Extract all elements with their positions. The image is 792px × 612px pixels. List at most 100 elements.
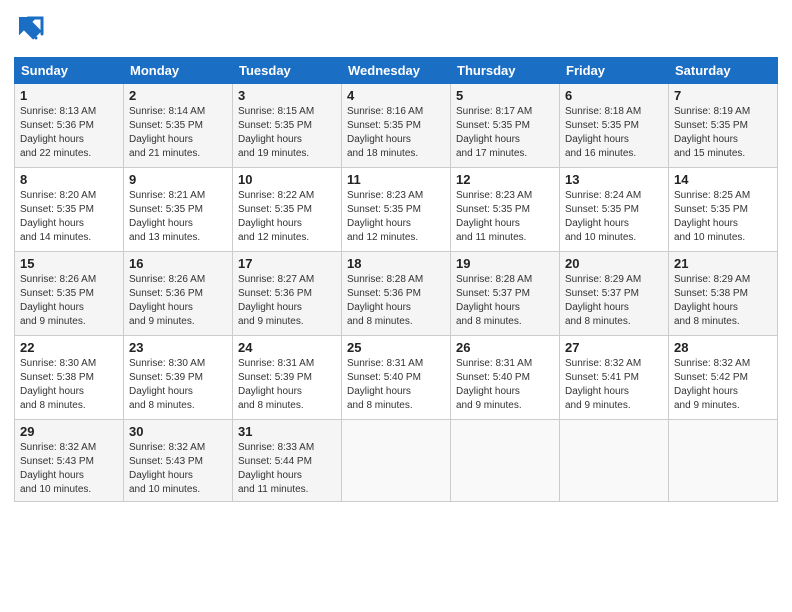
day-info: Sunrise: 8:22 AMSunset: 5:35 PMDaylight … <box>238 190 314 243</box>
calendar-cell: 12 Sunrise: 8:23 AMSunset: 5:35 PMDaylig… <box>451 168 560 252</box>
day-number: 30 <box>129 424 227 439</box>
calendar-cell <box>451 420 560 502</box>
day-info: Sunrise: 8:17 AMSunset: 5:35 PMDaylight … <box>456 106 532 159</box>
day-number: 19 <box>456 256 554 271</box>
calendar-cell: 31 Sunrise: 8:33 AMSunset: 5:44 PMDaylig… <box>233 420 342 502</box>
day-info: Sunrise: 8:30 AMSunset: 5:38 PMDaylight … <box>20 358 96 411</box>
day-number: 18 <box>347 256 445 271</box>
calendar-cell: 6 Sunrise: 8:18 AMSunset: 5:35 PMDayligh… <box>560 84 669 168</box>
header-saturday: Saturday <box>669 58 778 84</box>
header-sunday: Sunday <box>15 58 124 84</box>
day-info: Sunrise: 8:15 AMSunset: 5:35 PMDaylight … <box>238 106 314 159</box>
day-number: 24 <box>238 340 336 355</box>
day-number: 12 <box>456 172 554 187</box>
day-info: Sunrise: 8:33 AMSunset: 5:44 PMDaylight … <box>238 442 314 495</box>
calendar-cell: 13 Sunrise: 8:24 AMSunset: 5:35 PMDaylig… <box>560 168 669 252</box>
calendar-cell: 25 Sunrise: 8:31 AMSunset: 5:40 PMDaylig… <box>342 336 451 420</box>
calendar-cell: 16 Sunrise: 8:26 AMSunset: 5:36 PMDaylig… <box>124 252 233 336</box>
day-number: 14 <box>674 172 772 187</box>
calendar-cell: 22 Sunrise: 8:30 AMSunset: 5:38 PMDaylig… <box>15 336 124 420</box>
day-info: Sunrise: 8:32 AMSunset: 5:43 PMDaylight … <box>129 442 205 495</box>
day-number: 2 <box>129 88 227 103</box>
calendar-cell: 2 Sunrise: 8:14 AMSunset: 5:35 PMDayligh… <box>124 84 233 168</box>
day-number: 17 <box>238 256 336 271</box>
calendar-cell: 27 Sunrise: 8:32 AMSunset: 5:41 PMDaylig… <box>560 336 669 420</box>
day-info: Sunrise: 8:13 AMSunset: 5:36 PMDaylight … <box>20 106 96 159</box>
day-info: Sunrise: 8:16 AMSunset: 5:35 PMDaylight … <box>347 106 423 159</box>
day-number: 13 <box>565 172 663 187</box>
day-number: 23 <box>129 340 227 355</box>
calendar-cell: 21 Sunrise: 8:29 AMSunset: 5:38 PMDaylig… <box>669 252 778 336</box>
day-info: Sunrise: 8:18 AMSunset: 5:35 PMDaylight … <box>565 106 641 159</box>
header-wednesday: Wednesday <box>342 58 451 84</box>
day-info: Sunrise: 8:21 AMSunset: 5:35 PMDaylight … <box>129 190 205 243</box>
day-info: Sunrise: 8:32 AMSunset: 5:41 PMDaylight … <box>565 358 641 411</box>
day-info: Sunrise: 8:28 AMSunset: 5:37 PMDaylight … <box>456 274 532 327</box>
day-number: 20 <box>565 256 663 271</box>
day-number: 3 <box>238 88 336 103</box>
header-thursday: Thursday <box>451 58 560 84</box>
day-info: Sunrise: 8:25 AMSunset: 5:35 PMDaylight … <box>674 190 750 243</box>
day-info: Sunrise: 8:31 AMSunset: 5:40 PMDaylight … <box>347 358 423 411</box>
day-info: Sunrise: 8:29 AMSunset: 5:38 PMDaylight … <box>674 274 750 327</box>
calendar-cell: 23 Sunrise: 8:30 AMSunset: 5:39 PMDaylig… <box>124 336 233 420</box>
day-number: 26 <box>456 340 554 355</box>
day-number: 6 <box>565 88 663 103</box>
calendar-cell: 24 Sunrise: 8:31 AMSunset: 5:39 PMDaylig… <box>233 336 342 420</box>
calendar-cell: 11 Sunrise: 8:23 AMSunset: 5:35 PMDaylig… <box>342 168 451 252</box>
day-number: 25 <box>347 340 445 355</box>
day-number: 21 <box>674 256 772 271</box>
weekday-header-row: Sunday Monday Tuesday Wednesday Thursday… <box>15 58 778 84</box>
calendar-cell: 19 Sunrise: 8:28 AMSunset: 5:37 PMDaylig… <box>451 252 560 336</box>
day-info: Sunrise: 8:32 AMSunset: 5:43 PMDaylight … <box>20 442 96 495</box>
day-info: Sunrise: 8:26 AMSunset: 5:36 PMDaylight … <box>129 274 205 327</box>
day-number: 16 <box>129 256 227 271</box>
day-number: 4 <box>347 88 445 103</box>
calendar-cell: 26 Sunrise: 8:31 AMSunset: 5:40 PMDaylig… <box>451 336 560 420</box>
day-number: 28 <box>674 340 772 355</box>
calendar-cell <box>669 420 778 502</box>
day-number: 29 <box>20 424 118 439</box>
calendar-table: Sunday Monday Tuesday Wednesday Thursday… <box>14 57 778 502</box>
calendar-cell: 4 Sunrise: 8:16 AMSunset: 5:35 PMDayligh… <box>342 84 451 168</box>
day-number: 1 <box>20 88 118 103</box>
calendar-cell: 18 Sunrise: 8:28 AMSunset: 5:36 PMDaylig… <box>342 252 451 336</box>
header <box>14 10 778 49</box>
day-info: Sunrise: 8:31 AMSunset: 5:40 PMDaylight … <box>456 358 532 411</box>
day-number: 9 <box>129 172 227 187</box>
calendar-cell: 7 Sunrise: 8:19 AMSunset: 5:35 PMDayligh… <box>669 84 778 168</box>
calendar-cell: 29 Sunrise: 8:32 AMSunset: 5:43 PMDaylig… <box>15 420 124 502</box>
day-info: Sunrise: 8:29 AMSunset: 5:37 PMDaylight … <box>565 274 641 327</box>
day-info: Sunrise: 8:20 AMSunset: 5:35 PMDaylight … <box>20 190 96 243</box>
calendar-cell <box>560 420 669 502</box>
calendar-cell <box>342 420 451 502</box>
calendar-cell: 14 Sunrise: 8:25 AMSunset: 5:35 PMDaylig… <box>669 168 778 252</box>
header-tuesday: Tuesday <box>233 58 342 84</box>
day-number: 10 <box>238 172 336 187</box>
day-number: 22 <box>20 340 118 355</box>
calendar-cell: 10 Sunrise: 8:22 AMSunset: 5:35 PMDaylig… <box>233 168 342 252</box>
calendar-cell: 30 Sunrise: 8:32 AMSunset: 5:43 PMDaylig… <box>124 420 233 502</box>
day-info: Sunrise: 8:19 AMSunset: 5:35 PMDaylight … <box>674 106 750 159</box>
day-info: Sunrise: 8:27 AMSunset: 5:36 PMDaylight … <box>238 274 314 327</box>
calendar-cell: 3 Sunrise: 8:15 AMSunset: 5:35 PMDayligh… <box>233 84 342 168</box>
header-friday: Friday <box>560 58 669 84</box>
day-info: Sunrise: 8:23 AMSunset: 5:35 PMDaylight … <box>347 190 423 243</box>
day-info: Sunrise: 8:14 AMSunset: 5:35 PMDaylight … <box>129 106 205 159</box>
calendar-cell: 1 Sunrise: 8:13 AMSunset: 5:36 PMDayligh… <box>15 84 124 168</box>
day-number: 8 <box>20 172 118 187</box>
logo-icon <box>16 14 46 49</box>
header-monday: Monday <box>124 58 233 84</box>
calendar-cell: 9 Sunrise: 8:21 AMSunset: 5:35 PMDayligh… <box>124 168 233 252</box>
calendar-cell: 20 Sunrise: 8:29 AMSunset: 5:37 PMDaylig… <box>560 252 669 336</box>
day-info: Sunrise: 8:30 AMSunset: 5:39 PMDaylight … <box>129 358 205 411</box>
day-number: 7 <box>674 88 772 103</box>
day-number: 31 <box>238 424 336 439</box>
day-info: Sunrise: 8:28 AMSunset: 5:36 PMDaylight … <box>347 274 423 327</box>
day-info: Sunrise: 8:31 AMSunset: 5:39 PMDaylight … <box>238 358 314 411</box>
day-number: 27 <box>565 340 663 355</box>
day-info: Sunrise: 8:23 AMSunset: 5:35 PMDaylight … <box>456 190 532 243</box>
calendar-cell: 15 Sunrise: 8:26 AMSunset: 5:35 PMDaylig… <box>15 252 124 336</box>
calendar-cell: 8 Sunrise: 8:20 AMSunset: 5:35 PMDayligh… <box>15 168 124 252</box>
logo <box>14 14 46 49</box>
